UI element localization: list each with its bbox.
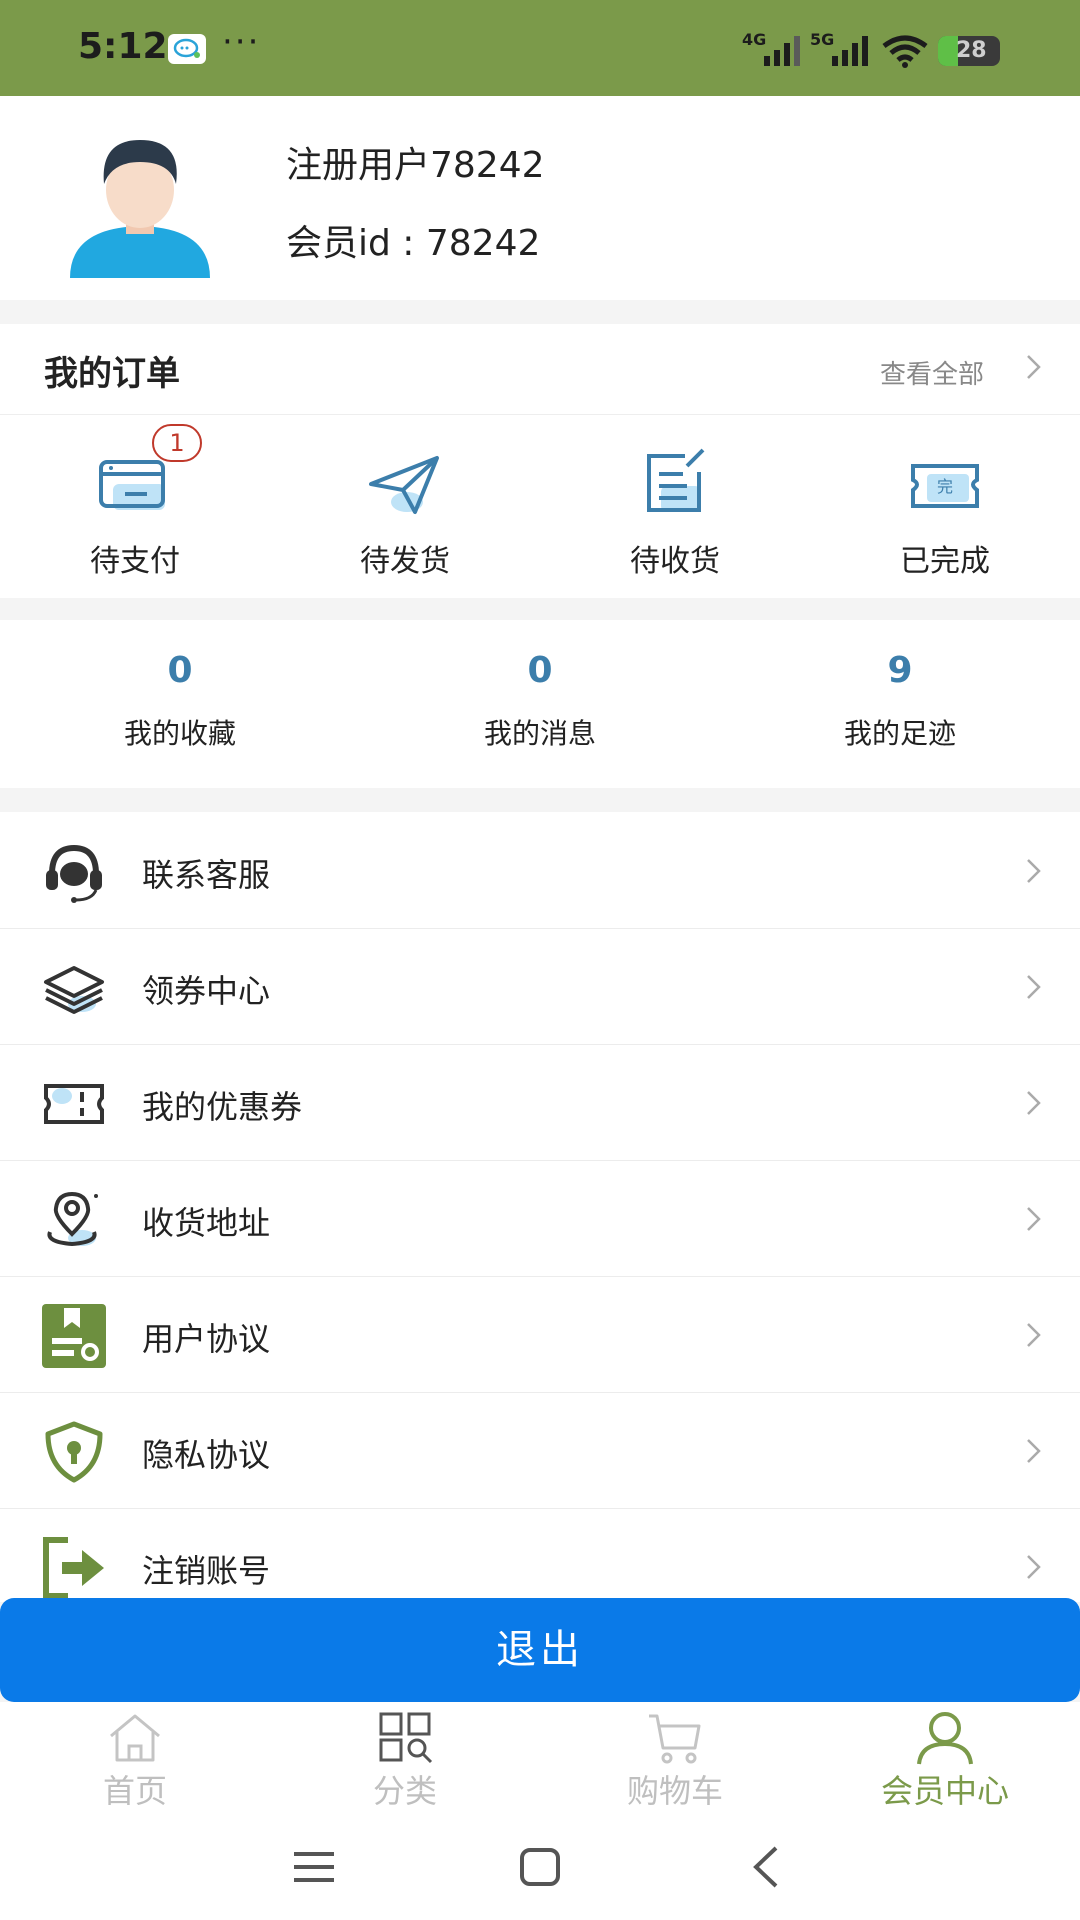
wifi-icon (880, 34, 930, 72)
cart-icon (649, 1714, 701, 1764)
menu-label: 收货地址 (142, 1204, 271, 1242)
orders-title: 我的订单 (44, 354, 180, 394)
avatar[interactable] (60, 118, 220, 278)
chevron-right-icon (1027, 859, 1041, 883)
order-label: 已完成 (900, 544, 990, 579)
tab-home[interactable]: 首页 (0, 1702, 270, 1812)
footprints-count: 9 (887, 650, 913, 691)
system-navigation-bar (0, 1812, 1080, 1920)
menu-list: 联系客服 领券中心 我的优惠券 收货地址 用户协议 隐私协议 注销账号 (0, 812, 1080, 1602)
messages-stat[interactable]: 0 我的消息 (360, 650, 720, 770)
my-orders-section: 我的订单 查看全部 待支付 1 待发货 待收货 完 已完成 (0, 324, 1080, 598)
chat-app-icon (168, 34, 206, 64)
category-icon (379, 1712, 433, 1764)
order-label: 待支付 (90, 544, 180, 579)
stats-section: 0 我的收藏 0 我的消息 9 我的足迹 (0, 620, 1080, 788)
status-bar: 5:12 ··· 4G 5G 28 (0, 0, 1080, 96)
menu-label: 领券中心 (142, 972, 271, 1010)
menu-label: 我的优惠券 (142, 1088, 303, 1126)
chevron-right-icon (1027, 1207, 1041, 1231)
menu-label: 联系客服 (142, 856, 271, 894)
svg-text:完: 完 (937, 477, 953, 496)
bottom-tab-bar: 首页 分类 购物车 会员中心 (0, 1702, 1080, 1812)
user-icon (917, 1712, 973, 1765)
battery-level: 28 (956, 38, 987, 63)
tab-label: 购物车 (626, 1772, 723, 1810)
footprints-stat[interactable]: 9 我的足迹 (720, 650, 1080, 770)
chevron-right-icon (1027, 1439, 1041, 1463)
order-pending-shipment[interactable]: 待发货 (270, 424, 540, 594)
logout-button[interactable]: 退出 (0, 1598, 1080, 1702)
completed-ticket-icon: 完 (911, 464, 979, 508)
pending-payment-badge: 1 (152, 424, 202, 462)
coupon-icon (44, 1084, 104, 1124)
menu-item-user-agreement[interactable]: 用户协议 (0, 1276, 1080, 1393)
exit-icon (43, 1537, 104, 1599)
favorites-stat[interactable]: 0 我的收藏 (0, 650, 360, 770)
location-pin-icon (47, 1191, 98, 1247)
paper-plane-icon (369, 456, 439, 514)
tab-label: 分类 (372, 1772, 437, 1810)
order-completed[interactable]: 完 已完成 (810, 424, 1080, 594)
footprints-label: 我的足迹 (843, 717, 956, 750)
messages-count: 0 (527, 650, 553, 691)
battery-icon: 28 (938, 36, 1000, 66)
menu-item-privacy-policy[interactable]: 隐私协议 (0, 1392, 1080, 1509)
menu-label: 注销账号 (142, 1552, 271, 1590)
signal-5g-icon: 5G (810, 30, 870, 70)
tab-label: 会员中心 (880, 1772, 1009, 1810)
back-icon[interactable] (726, 1832, 806, 1902)
agreement-icon (42, 1304, 106, 1368)
profile-card[interactable]: 注册用户78242 会员id : 78242 (0, 96, 1080, 300)
menu-item-shipping-address[interactable]: 收货地址 (0, 1160, 1080, 1277)
messages-label: 我的消息 (483, 717, 596, 750)
order-pending-payment[interactable]: 待支付 (0, 424, 270, 594)
favorites-count: 0 (167, 650, 193, 691)
shield-lock-icon (45, 1421, 103, 1483)
status-time: 5:12 (78, 26, 168, 67)
layers-icon (44, 966, 104, 1014)
chevron-right-icon (1027, 1555, 1041, 1579)
status-more: ··· (222, 22, 261, 62)
order-label: 待收货 (630, 544, 720, 579)
headset-icon (46, 844, 102, 903)
chevron-right-icon[interactable] (1024, 352, 1044, 382)
favorites-label: 我的收藏 (123, 717, 236, 750)
menu-item-coupon-center[interactable]: 领券中心 (0, 928, 1080, 1045)
orders-header: 我的订单 查看全部 (0, 324, 1080, 415)
member-id: 会员id : 78242 (286, 223, 541, 264)
menu-label: 隐私协议 (142, 1436, 271, 1474)
menu-icon[interactable] (274, 1832, 354, 1902)
view-all-orders-link[interactable]: 查看全部 (880, 354, 984, 391)
menu-item-my-coupons[interactable]: 我的优惠券 (0, 1044, 1080, 1161)
profile-name: 注册用户78242 (286, 145, 545, 186)
home-icon (110, 1714, 160, 1762)
order-pending-receipt[interactable]: 待收货 (540, 424, 810, 594)
chevron-right-icon (1027, 1091, 1041, 1115)
chevron-right-icon (1027, 975, 1041, 999)
document-icon (647, 448, 705, 512)
home-square-icon[interactable] (500, 1832, 580, 1902)
chevron-right-icon (1027, 1323, 1041, 1347)
tab-category[interactable]: 分类 (270, 1702, 540, 1812)
tab-label: 首页 (102, 1772, 167, 1810)
menu-label: 用户协议 (142, 1320, 271, 1358)
menu-item-customer-service[interactable]: 联系客服 (0, 812, 1080, 929)
signal-4g-icon: 4G (742, 30, 802, 70)
tab-cart[interactable]: 购物车 (540, 1702, 810, 1812)
order-label: 待发货 (360, 544, 450, 579)
tab-member-center[interactable]: 会员中心 (810, 1702, 1080, 1812)
